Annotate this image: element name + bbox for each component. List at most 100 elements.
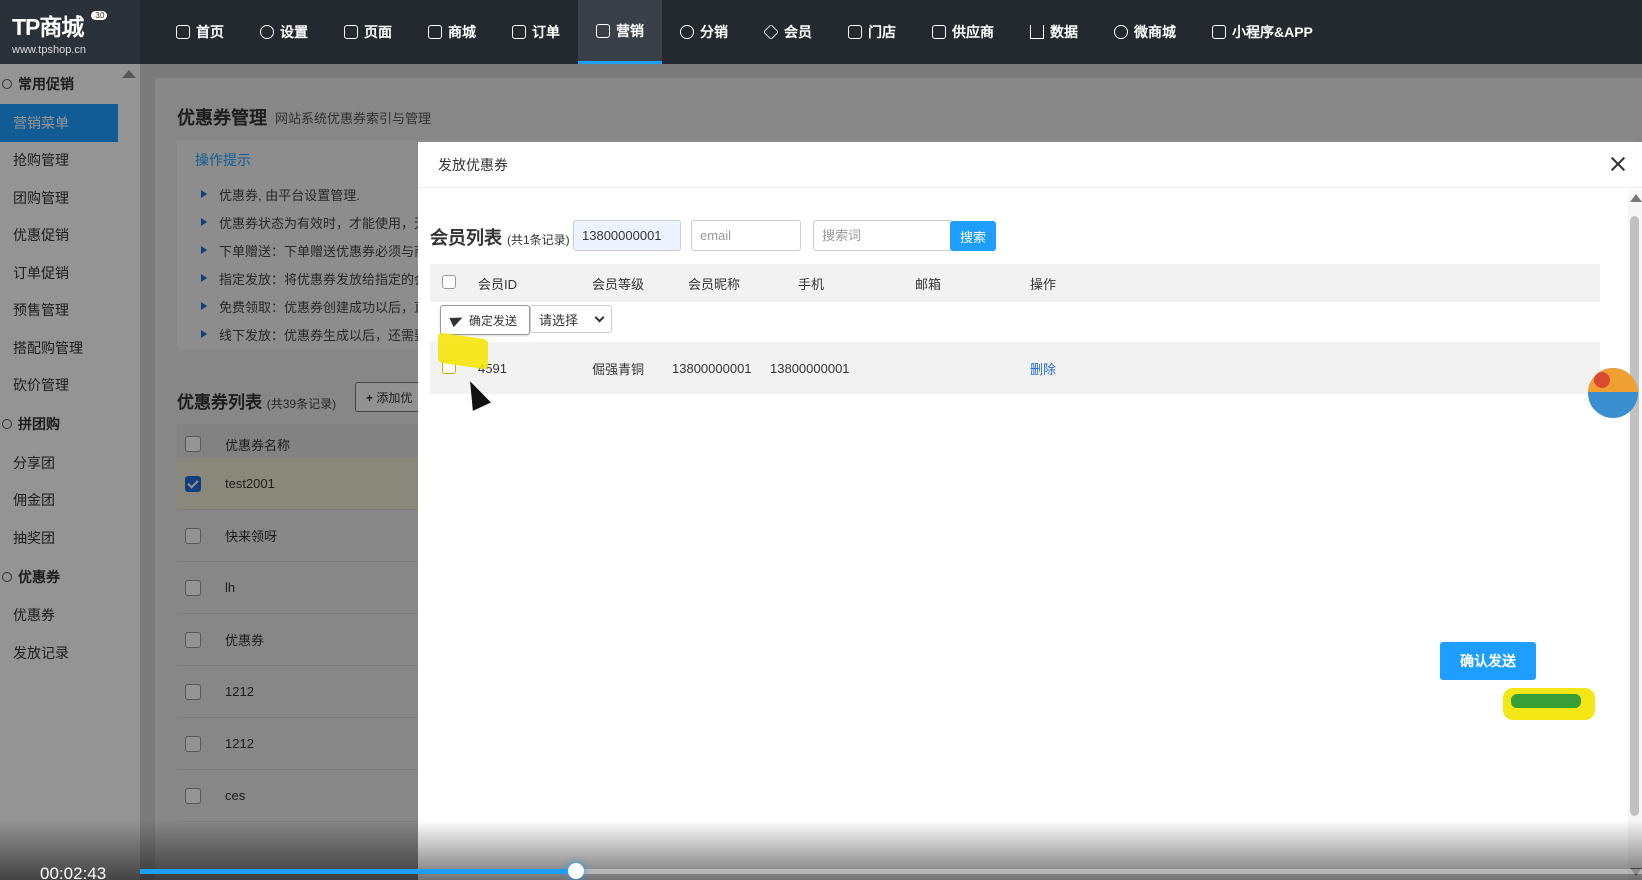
nav-distribution[interactable]: 分销: [662, 0, 746, 64]
nav-orders[interactable]: 订单: [494, 0, 578, 64]
scroll-thumb[interactable]: [1630, 216, 1639, 816]
row-checkbox[interactable]: [185, 787, 201, 804]
scroll-up-icon[interactable]: [1630, 194, 1642, 202]
tip-item: 下单赠送：下单赠送优惠券必须与商: [201, 236, 427, 264]
sidebar-group-coupon[interactable]: 优惠券: [0, 557, 140, 597]
row-checkbox[interactable]: [185, 683, 201, 700]
video-progress-bar[interactable]: [140, 863, 1642, 879]
tip-item: 优惠券, 由平台设置管理.: [201, 180, 427, 208]
sidebar-item-discount[interactable]: 优惠促销: [0, 217, 140, 255]
column-nickname: 会员昵称: [688, 276, 741, 292]
sidebar-item-group-buy[interactable]: 团购管理: [0, 179, 140, 217]
column-phone: 手机: [798, 276, 825, 292]
sidebar-item-coupon[interactable]: 优惠券: [0, 597, 140, 635]
nav-label: 会员: [784, 24, 812, 40]
nav-suppliers[interactable]: 供应商: [914, 0, 1012, 64]
email-input[interactable]: [691, 220, 801, 251]
sidebar-item-presale[interactable]: 预售管理: [0, 292, 140, 330]
modal-scrollbar[interactable]: [1628, 190, 1642, 880]
dashboard-icon: [176, 25, 190, 39]
logo-url: www.tpshop.cn: [12, 44, 86, 56]
tip-item: 优惠券状态为有效时，才能使用，无: [201, 208, 427, 236]
column-coupon-name: 优惠券名称: [225, 437, 291, 453]
sidebar-item-lottery-group[interactable]: 抽奖团: [0, 519, 140, 557]
nav-miniapp[interactable]: 小程序&APP: [1194, 0, 1331, 64]
page-title: 优惠券管理: [177, 108, 267, 128]
nav-label: 营销: [616, 22, 644, 39]
group-icon: [2, 419, 12, 429]
sidebar-item-order-promo[interactable]: 订单促销: [0, 254, 140, 292]
nav-home[interactable]: 首页: [158, 0, 242, 64]
nav-pages[interactable]: 页面: [326, 0, 410, 64]
select-all-checkbox[interactable]: [185, 436, 201, 452]
row-checkbox[interactable]: [185, 475, 201, 492]
close-icon[interactable]: [1608, 154, 1628, 174]
delete-link[interactable]: 删除: [1030, 342, 1056, 394]
video-progress-fill: [140, 869, 576, 874]
tip-item: 线下发放：优惠券生成以后，还需要: [201, 320, 427, 348]
keyword-input[interactable]: [813, 220, 953, 251]
sidebar-group-label: 拼团购: [18, 416, 60, 432]
sidebar-group-label: 常用促销: [18, 76, 74, 92]
nav-data[interactable]: 数据: [1012, 0, 1096, 64]
logo-brand: TP商城 3.0: [12, 8, 108, 42]
row-checkbox[interactable]: [185, 527, 201, 544]
sidebar-item-bargain[interactable]: 砍价管理: [0, 367, 140, 405]
select-value: 请选择: [539, 312, 579, 328]
chevron-down-icon: [594, 312, 605, 323]
sidebar-item-flash-sale[interactable]: 抢购管理: [0, 142, 140, 180]
sidebar-item-bundle[interactable]: 搭配购管理: [0, 329, 140, 367]
confirm-send-button[interactable]: 确认发送: [1440, 642, 1536, 680]
sidebar-item-marketing-menu[interactable]: 营销菜单: [0, 104, 118, 142]
order-icon: [512, 25, 526, 39]
video-progress-knob[interactable]: [567, 863, 584, 879]
coupon-name: lh: [225, 580, 236, 595]
confirm-send-small-button[interactable]: 确定发送: [440, 305, 530, 335]
chart-icon: [596, 23, 610, 38]
logo[interactable]: TP商城 3.0 www.tpshop.cn: [0, 0, 140, 64]
wechat-icon: [1114, 25, 1128, 39]
floating-assistant-icon[interactable]: [1588, 368, 1638, 418]
select-all-members-checkbox[interactable]: [442, 275, 456, 289]
row-checkbox[interactable]: [185, 735, 201, 752]
search-button[interactable]: 搜索: [950, 221, 996, 251]
nav-stores[interactable]: 门店: [830, 0, 914, 64]
paper-plane-icon: [449, 312, 465, 328]
assistant-icon-dot: [1594, 372, 1610, 388]
nav-mall[interactable]: 商城: [410, 0, 494, 64]
member-table-header: 会员ID 会员等级 会员昵称 手机 邮箱 操作: [430, 264, 1600, 302]
nav-marketing[interactable]: 营销: [578, 0, 662, 64]
sidebar-group-label: 优惠券: [18, 568, 60, 585]
nav-label: 小程序&APP: [1232, 24, 1313, 40]
member-level: 倔强青铜: [592, 361, 645, 377]
sidebar-item-commission-group[interactable]: 佣金团: [0, 482, 140, 520]
nav-members[interactable]: 会员: [746, 0, 830, 64]
add-coupon-label: 添加优: [376, 391, 413, 405]
video-time: 00:02:43: [40, 864, 107, 880]
nav-label: 设置: [280, 24, 308, 40]
sidebar-item-issue-record[interactable]: 发放记录: [0, 634, 140, 672]
top-navbar: TP商城 3.0 www.tpshop.cn 首页 设置 页面 商城 订单 营销 …: [0, 0, 1642, 64]
page-icon: [344, 25, 358, 39]
issue-coupon-modal: 发放优惠券 会员列表 (共1条记录) 搜索 会员ID 会员等级 会员昵称 手机 …: [418, 142, 1642, 880]
row-checkbox[interactable]: [185, 579, 201, 596]
column-member-id: 会员ID: [478, 276, 518, 292]
row-checkbox[interactable]: [185, 631, 201, 648]
sidebar-group-common[interactable]: 常用促销: [0, 64, 140, 104]
coupon-name: ces: [225, 788, 246, 803]
phone-input[interactable]: [573, 220, 681, 251]
coupon-icon: [2, 571, 12, 582]
nav-wechat-mall[interactable]: 微商城: [1096, 0, 1194, 64]
action-select[interactable]: 请选择: [530, 305, 612, 333]
users-icon: [680, 25, 694, 39]
nav-label: 首页: [196, 24, 224, 40]
coupon-name: test2001: [225, 476, 275, 491]
sidebar-item-share-group[interactable]: 分享团: [0, 444, 140, 482]
tips-list: 优惠券, 由平台设置管理. 优惠券状态为有效时，才能使用，无 下单赠送：下单赠送…: [201, 180, 427, 348]
nav-settings[interactable]: 设置: [242, 0, 326, 64]
sidebar-group-pintuan[interactable]: 拼团购: [0, 404, 140, 444]
confirm-send-label: 确定发送: [469, 313, 518, 328]
column-actions: 操作: [1030, 276, 1057, 292]
member-list-label: 会员列表: [430, 228, 502, 248]
table-row[interactable]: 4591 倔强青铜 13800000001 13800000001 删除: [430, 342, 1600, 394]
